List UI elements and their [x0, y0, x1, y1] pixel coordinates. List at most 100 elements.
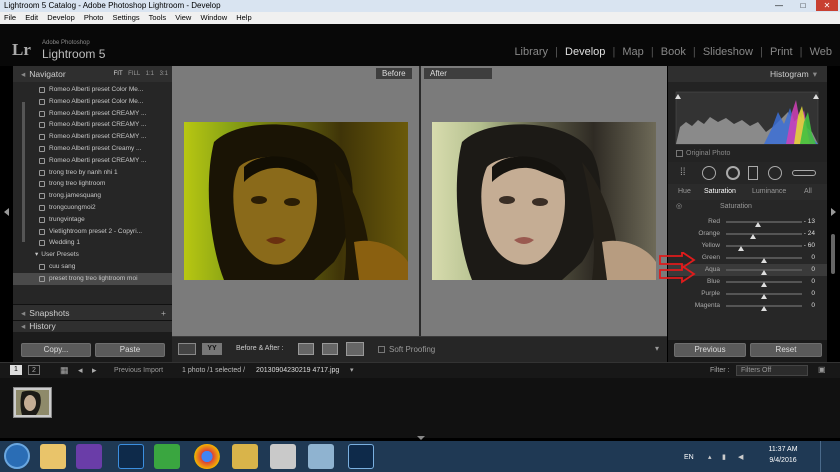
copy-before-to-after-icon[interactable] — [298, 343, 314, 355]
page-1-button[interactable]: 1 — [10, 365, 22, 375]
crop-tool-icon[interactable]: ⁞⁞ — [680, 167, 686, 178]
clock-time[interactable]: 11:37 AM — [758, 446, 808, 453]
slider-track[interactable] — [726, 269, 802, 275]
menu-file[interactable]: File — [4, 13, 16, 22]
taskbar-chrome-icon[interactable] — [194, 444, 220, 469]
history-header[interactable]: ◂ History — [13, 320, 172, 332]
slider-purple[interactable]: Purple 0 — [668, 288, 827, 300]
taskbar-folder-icon[interactable] — [232, 444, 258, 469]
grid-view-icon[interactable]: ▦ — [60, 365, 69, 376]
taskbar-explorer-icon[interactable] — [40, 444, 66, 469]
preset-item[interactable]: Romeo Alberti preset Color Me... — [13, 96, 172, 108]
reset-button[interactable]: Reset — [750, 343, 822, 357]
preset-item[interactable]: trong treo lightroom — [13, 178, 172, 190]
preset-item[interactable]: trongcuongmoi2 — [13, 202, 172, 214]
copy-button[interactable]: Copy... — [21, 343, 91, 357]
module-map[interactable]: Map — [622, 46, 643, 58]
slider-value[interactable]: - 24 — [793, 230, 815, 237]
histogram-header[interactable]: Histogram ▾ — [668, 66, 827, 82]
after-photo[interactable] — [432, 122, 656, 280]
module-slideshow[interactable]: Slideshow — [703, 46, 753, 58]
slider-magenta[interactable]: Magenta 0 — [668, 300, 827, 312]
file-name[interactable]: 20130904230219 4717.jpg — [256, 367, 339, 374]
slider-track[interactable] — [726, 221, 802, 227]
slider-orange[interactable]: Orange - 24 — [668, 228, 827, 240]
taskbar-app2-icon[interactable] — [270, 444, 296, 469]
slider-track[interactable] — [726, 245, 802, 251]
taskbar-photoshop-icon[interactable] — [118, 444, 144, 469]
slider-value[interactable]: - 60 — [793, 242, 815, 249]
before-photo[interactable] — [184, 122, 408, 280]
menu-tools[interactable]: Tools — [149, 13, 167, 22]
preset-item[interactable]: Romeo Alberti preset CREAMY ... — [13, 155, 172, 167]
tab-hue[interactable]: Hue — [678, 188, 691, 195]
taskbar-app-icon[interactable] — [154, 444, 180, 469]
module-develop[interactable]: Develop — [565, 46, 605, 58]
histogram[interactable]: Original Photo — [668, 82, 827, 162]
slider-thumb[interactable] — [761, 294, 767, 299]
zoom-3-1[interactable]: 3:1 — [160, 71, 168, 77]
paste-button[interactable]: Paste — [95, 343, 165, 357]
snapshots-header[interactable]: ◂ Snapshots + — [13, 304, 172, 320]
taskbar-lightroom-icon[interactable] — [348, 444, 374, 469]
preset-item[interactable]: Vietlightroom preset 2 - Copyri... — [13, 226, 172, 238]
right-panel-edge[interactable] — [827, 66, 840, 362]
slider-thumb[interactable] — [761, 306, 767, 311]
slider-track[interactable] — [726, 305, 802, 311]
slider-value[interactable]: 0 — [793, 290, 815, 297]
add-snapshot-icon[interactable]: + — [161, 305, 166, 321]
slider-track[interactable] — [726, 293, 802, 299]
menu-edit[interactable]: Edit — [25, 13, 38, 22]
before-after-mode-button[interactable]: YY — [202, 343, 222, 355]
slider-red[interactable]: Red - 13 — [668, 216, 827, 228]
page-2-button[interactable]: 2 — [28, 365, 40, 375]
graduated-filter-icon[interactable] — [748, 166, 758, 180]
source-label[interactable]: Previous Import — [114, 367, 163, 374]
module-web[interactable]: Web — [810, 46, 832, 58]
close-button[interactable]: ✕ — [816, 0, 838, 11]
spot-removal-icon[interactable] — [702, 166, 716, 180]
radial-filter-icon[interactable] — [768, 166, 782, 180]
volume-icon[interactable]: ◀ — [738, 453, 743, 461]
preset-item-selected[interactable]: preset trong treo lightroom moi — [13, 272, 172, 285]
slider-thumb[interactable] — [750, 234, 757, 239]
slider-track[interactable] — [726, 233, 802, 239]
slider-track[interactable] — [726, 257, 802, 263]
soft-proofing-checkbox[interactable] — [378, 346, 385, 353]
copy-after-to-before-icon[interactable] — [322, 343, 338, 355]
menu-settings[interactable]: Settings — [113, 13, 140, 22]
show-desktop-button[interactable] — [820, 441, 840, 472]
slider-value[interactable]: 0 — [793, 302, 815, 309]
preset-item[interactable]: Romeo Alberti preset Color Me... — [13, 84, 172, 96]
tray-arrow-icon[interactable]: ▴ — [708, 453, 712, 461]
filter-select[interactable]: Filters Off — [736, 365, 808, 376]
preset-item[interactable]: trong.jamesquang — [13, 190, 172, 202]
zoom-fit[interactable]: FIT — [114, 71, 123, 77]
taskbar-paint-icon[interactable] — [308, 444, 334, 469]
target-adjust-icon[interactable]: ◎ — [676, 202, 682, 210]
module-print[interactable]: Print — [770, 46, 793, 58]
menu-view[interactable]: View — [175, 13, 191, 22]
original-photo-checkbox[interactable] — [676, 150, 683, 157]
preset-item[interactable]: trong treo by nanh nhi 1 — [13, 167, 172, 179]
left-panel-edge[interactable] — [0, 66, 13, 362]
preset-item[interactable]: Wedding 1 — [13, 237, 172, 249]
collapse-right-icon[interactable] — [831, 208, 836, 216]
loupe-view-icon[interactable] — [178, 343, 196, 355]
user-presets-folder[interactable]: ▾ User Presets — [13, 249, 172, 261]
slider-value[interactable]: - 13 — [793, 218, 815, 225]
forward-arrow-icon[interactable]: ▸ — [92, 365, 97, 376]
start-button[interactable] — [4, 443, 30, 469]
menu-photo[interactable]: Photo — [84, 13, 104, 22]
preset-item[interactable]: cuu sang — [13, 261, 172, 273]
presets-scrollbar[interactable] — [22, 102, 25, 242]
navigator-header[interactable]: ◂ Navigator FIT FILL 1:1 3:1 — [13, 66, 172, 82]
slider-thumb[interactable] — [754, 222, 761, 227]
filename-dropdown-icon[interactable]: ▾ — [350, 366, 354, 374]
tab-all[interactable]: All — [804, 188, 812, 195]
back-arrow-icon[interactable]: ◂ — [78, 365, 83, 376]
slider-thumb[interactable] — [761, 270, 767, 275]
slider-value[interactable]: 0 — [793, 278, 815, 285]
preset-item[interactable]: trungvintage — [13, 214, 172, 226]
clock-date[interactable]: 9/4/2016 — [758, 457, 808, 464]
